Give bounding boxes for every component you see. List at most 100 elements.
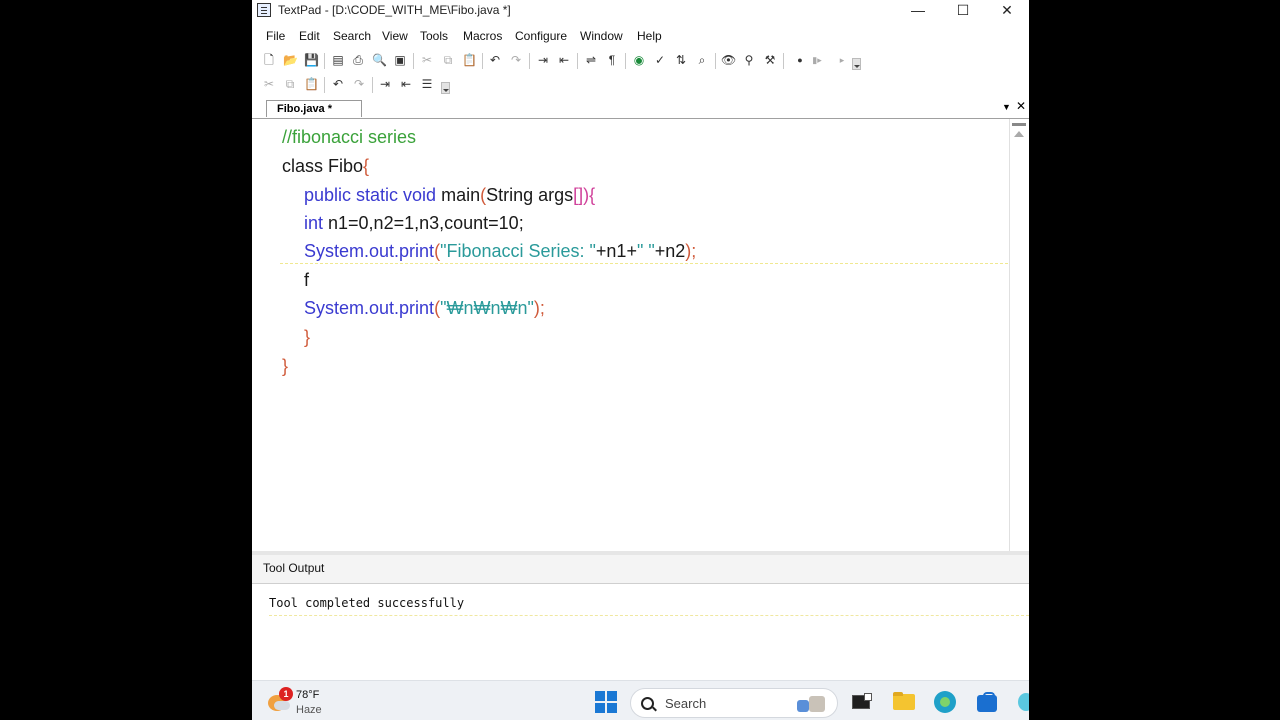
menu-file[interactable]: File — [266, 29, 285, 43]
menu-bar: File Edit Search View Tools Macros Confi… — [252, 26, 1029, 46]
find-replace-icon[interactable]: 👁 — [721, 53, 736, 67]
code-line-1: //fibonacci series — [282, 127, 417, 147]
save-all-icon[interactable]: ▤ — [331, 53, 345, 67]
print-icon[interactable]: ⎙ — [351, 53, 365, 67]
menu-search[interactable]: Search — [333, 29, 371, 43]
unindent-icon[interactable]: ⇤ — [399, 77, 413, 91]
redo-icon[interactable]: ↷ — [352, 77, 366, 91]
photos-app-icon[interactable] — [1018, 691, 1029, 711]
print-preview-icon[interactable]: 🔍 — [372, 53, 387, 67]
minimize-button[interactable]: — — [898, 0, 938, 22]
maximize-button[interactable]: ☐ — [943, 0, 983, 22]
toolbar-separator — [324, 77, 325, 93]
paste-icon[interactable]: 📋 — [462, 53, 477, 67]
open-file-icon[interactable]: 📂 — [283, 53, 298, 67]
record-macro-icon[interactable]: ● — [793, 53, 807, 67]
code-token: String args — [486, 185, 574, 205]
edit-toolbar: ✂ ⧉ 📋 ↶ ↷ ⇥ ⇤ ☰ — [252, 74, 1029, 96]
spell-icon[interactable]: ▣ — [393, 53, 407, 67]
code-line-4: int n1=0,n2=1,n3,count=10; — [304, 213, 524, 234]
tab-list-dropdown-icon[interactable]: ▼ — [1002, 102, 1011, 112]
cut-icon[interactable]: ✂ — [262, 77, 276, 91]
weather-condition: Haze — [296, 704, 322, 716]
new-file-icon[interactable]: 🗋 — [262, 53, 276, 67]
step-icon[interactable]: ▸ — [835, 53, 849, 67]
menu-window[interactable]: Window — [580, 29, 623, 43]
taskbar-search-box[interactable]: Search — [630, 688, 838, 718]
tool-output-title: Tool Output — [263, 561, 325, 575]
code-token: " " — [636, 241, 655, 261]
unindent-icon[interactable]: ⇤ — [557, 53, 571, 67]
toolbar-options-chevron-icon[interactable] — [441, 82, 450, 94]
toolbar-options-chevron-icon[interactable] — [852, 58, 861, 70]
code-token: +n1+ — [595, 241, 637, 261]
code-token: ); — [533, 298, 545, 318]
toolbar-separator — [413, 53, 414, 69]
cut-icon[interactable]: ✂ — [420, 53, 434, 67]
toolbar-separator — [783, 53, 784, 69]
save-icon[interactable]: 💾 — [304, 53, 319, 67]
weather-widget[interactable]: 1 — [266, 687, 293, 713]
title-bar: TextPad - [D:\CODE_WITH_ME\Fibo.java *] … — [252, 0, 1029, 22]
menu-configure[interactable]: Configure — [515, 29, 567, 43]
close-button[interactable]: ✕ — [987, 0, 1027, 22]
windows-logo-icon — [607, 703, 617, 713]
pilcrow-icon[interactable]: ¶ — [605, 53, 619, 67]
undo-icon[interactable]: ↶ — [488, 53, 502, 67]
copy-icon[interactable]: ⧉ — [441, 53, 455, 67]
textpad-app-icon — [257, 3, 271, 17]
weather-temperature: 78°F — [296, 689, 320, 701]
edge-browser-icon[interactable] — [934, 691, 956, 713]
sort-icon[interactable]: ⇅ — [674, 53, 688, 67]
code-line-8: } — [304, 327, 311, 347]
toolbar-separator — [324, 53, 325, 69]
toolbar-separator — [482, 53, 483, 69]
code-token: main — [436, 185, 481, 205]
start-button[interactable] — [595, 691, 617, 713]
close-document-icon[interactable]: ✕ — [1016, 99, 1026, 113]
weather-cloud-icon — [274, 701, 290, 710]
textpad-window: TextPad - [D:\CODE_WITH_ME\Fibo.java *] … — [252, 0, 1029, 720]
scroll-up-arrow-icon[interactable] — [1014, 131, 1024, 137]
code-editor[interactable]: //fibonacci series class Fibo{ public st… — [252, 119, 1009, 551]
output-line-highlight — [269, 615, 1029, 616]
play-macro-icon[interactable]: ▮▸ — [810, 53, 824, 67]
code-line-5: System.out.print("Fibonacci Series: "+n1… — [304, 241, 696, 262]
search-label: Search — [665, 696, 707, 711]
menu-tools[interactable]: Tools — [420, 29, 448, 43]
toolbar-separator — [372, 77, 373, 93]
tool-output-message: Tool completed successfully — [269, 596, 465, 610]
web-icon[interactable]: ◉ — [632, 53, 646, 67]
paste-icon[interactable]: 📋 — [304, 77, 319, 91]
tab-fibo-java[interactable]: Fibo.java * — [266, 100, 362, 117]
menu-help[interactable]: Help — [637, 29, 662, 43]
tool-output-header: Tool Output — [252, 555, 1029, 584]
file-explorer-icon[interactable] — [893, 691, 915, 711]
format-icon[interactable]: ☰ — [420, 77, 434, 91]
microsoft-store-icon[interactable] — [976, 691, 998, 712]
scrollbar-thumb[interactable] — [1012, 123, 1026, 126]
toolbar-separator — [625, 53, 626, 69]
editor-vertical-scrollbar[interactable] — [1009, 119, 1028, 551]
menu-view[interactable]: View — [382, 29, 408, 43]
windows-taskbar: 1 78°F Haze Search — [252, 680, 1029, 720]
find-icon[interactable]: ⌕ — [695, 53, 709, 67]
task-view-icon[interactable] — [850, 691, 872, 711]
code-token: System.out.print — [304, 241, 435, 261]
tools-icon[interactable]: ⚒ — [763, 53, 777, 67]
menu-macros[interactable]: Macros — [463, 29, 502, 43]
indent-icon[interactable]: ⇥ — [536, 53, 550, 67]
redo-icon[interactable]: ↷ — [509, 53, 523, 67]
spellcheck-icon[interactable]: ✓ — [653, 53, 667, 67]
code-token: class — [282, 156, 324, 176]
copy-icon[interactable]: ⧉ — [283, 77, 297, 91]
replace-files-icon[interactable]: ⚲ — [742, 53, 756, 67]
current-line-highlight — [280, 263, 1008, 265]
menu-edit[interactable]: Edit — [299, 29, 320, 43]
search-icon — [641, 697, 654, 710]
undo-icon[interactable]: ↶ — [331, 77, 345, 91]
tool-output-panel: Tool completed successfully — [252, 584, 1029, 680]
code-line-9: } — [282, 356, 289, 376]
indent-icon[interactable]: ⇥ — [378, 77, 392, 91]
word-wrap-icon[interactable]: ⇌ — [584, 53, 598, 67]
